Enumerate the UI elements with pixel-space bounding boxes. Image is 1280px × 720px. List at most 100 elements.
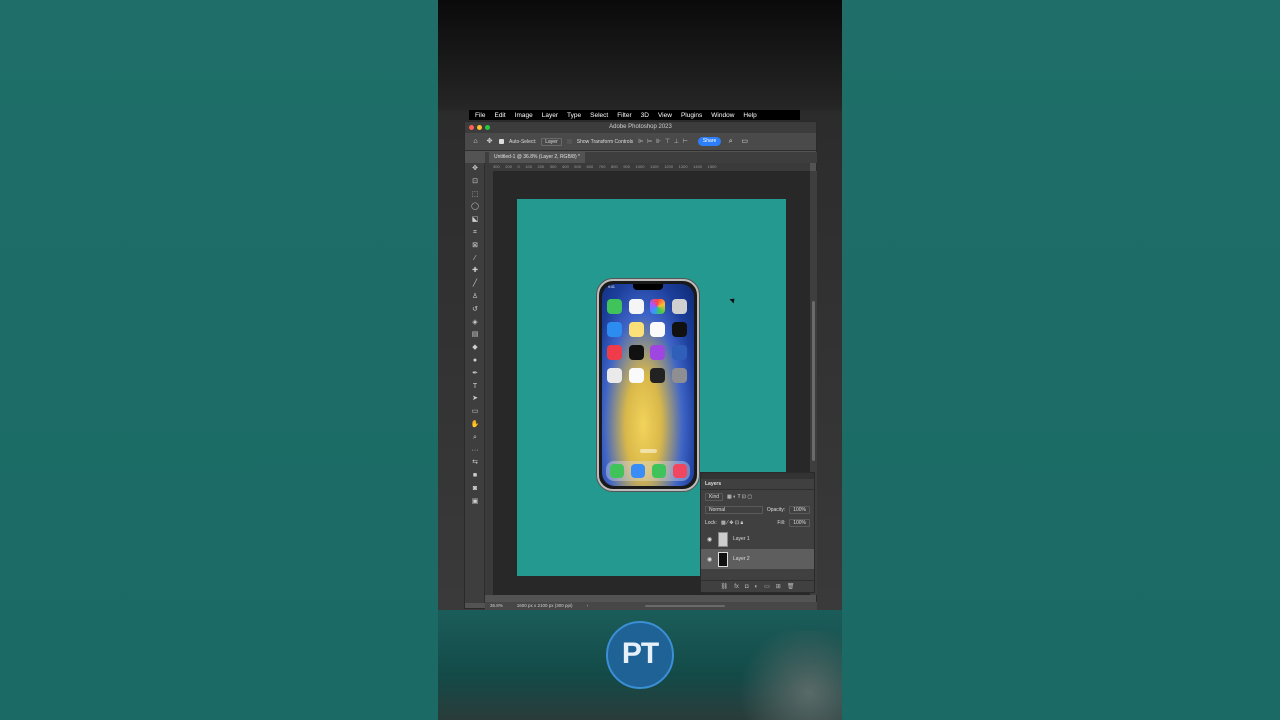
hand-tool-icon[interactable]: ✋: [465, 419, 485, 432]
move-tool-icon[interactable]: ✥: [485, 137, 494, 146]
news-app-icon: [607, 345, 622, 360]
visibility-eye-icon[interactable]: ◉: [707, 556, 713, 563]
filter-icons[interactable]: ▦ ◐ T ⊡ ▢: [727, 494, 752, 500]
layer-thumbnail: [718, 531, 728, 547]
auto-select-dropdown[interactable]: Layer: [541, 137, 562, 146]
zoom-tool-icon[interactable]: ⌕: [465, 432, 485, 445]
window-controls: [469, 125, 490, 130]
search-icon[interactable]: ⌕: [726, 137, 735, 146]
kind-filter-dropdown[interactable]: Kind: [705, 492, 724, 501]
more-tools-icon[interactable]: ···: [465, 445, 485, 458]
transform-controls-checkbox[interactable]: [566, 139, 572, 144]
minimize-window-button[interactable]: [477, 125, 482, 130]
menu-help[interactable]: Help: [743, 112, 756, 119]
opacity-label: Opacity:: [766, 506, 786, 513]
dodge-tool-icon[interactable]: ●: [465, 355, 485, 368]
share-button[interactable]: Share: [697, 137, 722, 146]
menu-filter[interactable]: Filter: [617, 112, 631, 119]
document-size: 1600 px x 2100 px (300 ppi): [516, 603, 573, 608]
swap-colors-icon[interactable]: ⇆: [465, 457, 485, 470]
adjustment-icon[interactable]: ◐: [754, 584, 758, 590]
frame-tool-icon[interactable]: ⊠: [465, 240, 485, 253]
background-left: [0, 0, 438, 720]
brush-tool-icon[interactable]: ╱: [465, 278, 485, 291]
blurred-top: [438, 0, 842, 110]
maps-app-icon: [607, 368, 622, 383]
menu-layer[interactable]: Layer: [542, 112, 558, 119]
menu-image[interactable]: Image: [515, 112, 533, 119]
health-app-icon: [628, 368, 644, 383]
lock-label: Lock:: [705, 519, 717, 526]
menu-edit[interactable]: Edit: [494, 112, 505, 119]
messages-app-icon: [651, 464, 666, 478]
stamp-tool-icon[interactable]: ♙: [465, 291, 485, 304]
mouse-cursor-icon: [729, 296, 737, 304]
quick-mask-icon[interactable]: ◙: [465, 483, 485, 496]
link-layers-icon[interactable]: ⛓: [721, 583, 729, 590]
zoom-window-button[interactable]: [485, 125, 490, 130]
group-folder-icon[interactable]: ▭: [764, 583, 770, 590]
artboard-tool-icon[interactable]: ⊡: [465, 176, 485, 189]
workspace-icon[interactable]: ▭: [740, 137, 749, 146]
status-chevron-icon[interactable]: ›: [587, 602, 589, 610]
trash-icon[interactable]: 🗑︎: [787, 583, 795, 590]
type-tool-icon[interactable]: T: [465, 381, 485, 394]
search-pill: [640, 449, 657, 453]
facetime-app-icon: [607, 299, 622, 314]
lasso-tool-icon[interactable]: ◯: [465, 201, 485, 214]
window-titlebar: Adobe Photoshop 2023: [465, 122, 816, 133]
crop-tool-icon[interactable]: ⌗: [465, 227, 485, 240]
menu-type[interactable]: Type: [567, 112, 581, 119]
new-layer-icon[interactable]: ⊞: [776, 583, 781, 590]
lock-icons[interactable]: ▩ ⁄ ✥ ⊡ 🔒︎: [721, 520, 743, 526]
eyedropper-tool-icon[interactable]: ⁄: [465, 253, 485, 266]
phone-app-icon: [609, 464, 624, 478]
object-select-tool-icon[interactable]: ⬕: [465, 214, 485, 227]
safari-app-icon: [630, 464, 645, 478]
menu-3d[interactable]: 3D: [641, 112, 649, 119]
gradient-tool-icon[interactable]: ▤: [465, 329, 485, 342]
iphone-mockup[interactable]: 9:41: [597, 279, 699, 491]
menu-file[interactable]: File: [475, 112, 485, 119]
marquee-tool-icon[interactable]: ⬚: [465, 189, 485, 202]
layer-row-selected[interactable]: ◉ Layer 2: [701, 549, 814, 569]
menu-window[interactable]: Window: [711, 112, 734, 119]
blend-row: Normal Opacity: 100%: [701, 503, 814, 516]
rectangle-tool-icon[interactable]: ▭: [465, 406, 485, 419]
clock-app-icon: [671, 322, 687, 337]
screen-mode-icon[interactable]: ▣: [465, 496, 485, 509]
layer-row[interactable]: ◉ Layer 1: [701, 529, 814, 549]
music-app-icon: [672, 464, 687, 478]
close-window-button[interactable]: [469, 125, 474, 130]
path-select-tool-icon[interactable]: ➤: [465, 393, 485, 406]
history-brush-tool-icon[interactable]: ↺: [465, 304, 485, 317]
mask-icon[interactable]: ◘: [745, 584, 749, 590]
app-grid: [607, 299, 689, 383]
color-swatches-icon[interactable]: ■: [465, 470, 485, 483]
move-tool-icon[interactable]: ✥: [465, 163, 485, 176]
menu-plugins[interactable]: Plugins: [681, 112, 702, 119]
opacity-input[interactable]: 100%: [789, 505, 810, 514]
blend-mode-dropdown[interactable]: Normal: [705, 505, 763, 514]
mac-menubar: File Edit Image Layer Type Select Filter…: [469, 110, 800, 120]
auto-select-checkbox[interactable]: [499, 139, 504, 144]
options-bar: ⌂ ✥ Auto-Select: Layer Show Transform Co…: [465, 133, 816, 151]
document-tab[interactable]: Untitled-1 @ 36.8% (Layer 2, RGB/8) *: [489, 152, 585, 163]
window-title: Adobe Photoshop 2023: [609, 124, 672, 130]
eraser-tool-icon[interactable]: ◈: [465, 317, 485, 330]
home-icon[interactable]: ⌂: [471, 137, 480, 146]
layers-panel-title[interactable]: Layers: [701, 479, 814, 490]
healing-tool-icon[interactable]: ✚: [465, 265, 485, 278]
menu-view[interactable]: View: [658, 112, 672, 119]
visibility-eye-icon[interactable]: ◉: [707, 536, 713, 543]
align-icons[interactable]: ⊫ ⊨ ⊪ ⊤ ⊥ ⊢: [638, 138, 689, 145]
app-store-icon: [671, 345, 687, 360]
menu-select[interactable]: Select: [590, 112, 608, 119]
pen-tool-icon[interactable]: ✒: [465, 368, 485, 381]
settings-app-icon: [671, 368, 687, 383]
fill-input[interactable]: 100%: [789, 518, 810, 527]
fx-icon[interactable]: fx: [734, 584, 739, 590]
zoom-level[interactable]: 36.8%: [490, 602, 503, 610]
horizontal-scrollbar[interactable]: [645, 605, 725, 607]
blur-tool-icon[interactable]: ◆: [465, 342, 485, 355]
